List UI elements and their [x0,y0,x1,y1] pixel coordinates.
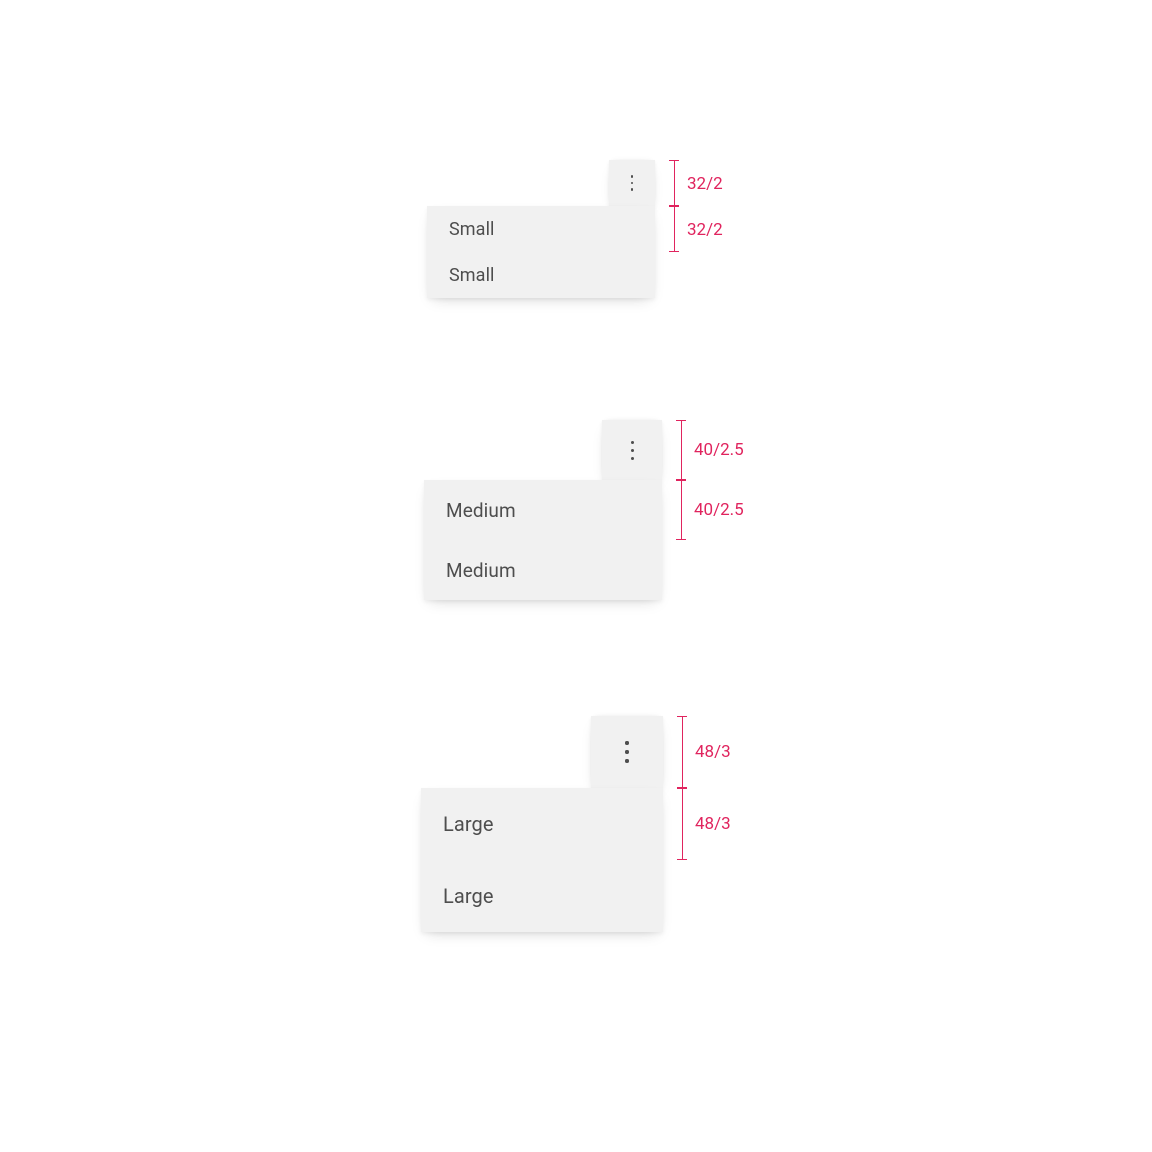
annotation-label: 32/2 [687,220,723,240]
menu-large: Large Large [421,788,663,932]
annotation-label: 48/3 [695,814,731,834]
kebab-icon [625,741,628,762]
example-large: Large Large 48/3 48/3 [421,788,663,932]
overflow-button-large[interactable] [591,716,663,788]
kebab-icon [631,441,634,460]
overflow-button-small[interactable] [609,160,655,206]
menu-item[interactable]: Small [427,252,655,298]
menu-item[interactable]: Small [427,206,655,252]
annotation-label: 48/3 [695,742,731,762]
spec-canvas: Small Small 32/2 32/2 Medium Medium 40/2… [0,0,1152,1152]
annotation-label: 32/2 [687,174,723,194]
menu-item[interactable]: Medium [424,480,662,540]
kebab-icon [631,175,634,191]
menu-item[interactable]: Medium [424,540,662,600]
menu-item[interactable]: Large [421,860,663,932]
menu-medium: Medium Medium [424,480,662,600]
menu-small: Small Small [427,206,655,298]
overflow-button-medium[interactable] [602,420,662,480]
menu-item[interactable]: Large [421,788,663,860]
annotation-label: 40/2.5 [694,440,744,460]
example-small: Small Small 32/2 32/2 [427,206,655,298]
annotation-label: 40/2.5 [694,500,744,520]
example-medium: Medium Medium 40/2.5 40/2.5 [424,480,662,600]
